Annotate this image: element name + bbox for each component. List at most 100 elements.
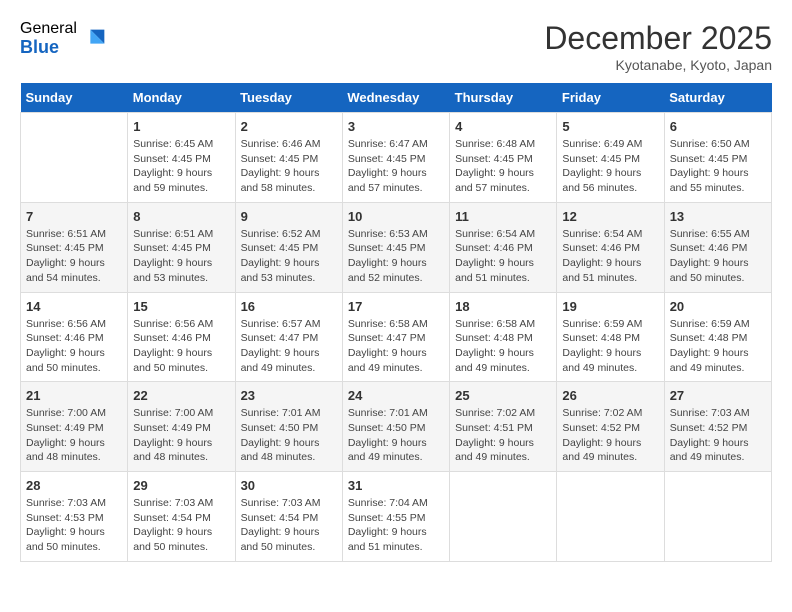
day-number: 7 <box>26 209 122 224</box>
day-number: 20 <box>670 299 766 314</box>
day-info: Sunrise: 6:53 AM Sunset: 4:45 PM Dayligh… <box>348 227 444 286</box>
calendar-cell: 26Sunrise: 7:02 AM Sunset: 4:52 PM Dayli… <box>557 382 664 472</box>
calendar-cell: 9 Sunrise: 6:52 AM Sunset: 4:45 PM Daylig… <box>235 202 342 292</box>
day-number: 13 <box>670 209 766 224</box>
calendar-cell: 10 Sunrise: 6:53 AM Sunset: 4:45 PM Dayli… <box>342 202 449 292</box>
calendar-cell: 7Sunrise: 6:51 AM Sunset: 4:45 PM Daylig… <box>21 202 128 292</box>
day-info: Sunrise: 6:47 AM Sunset: 4:45 PM Dayligh… <box>348 137 444 196</box>
day-info: Sunrise: 6:55 AM Sunset: 4:46 PM Dayligh… <box>670 227 766 286</box>
calendar-cell: 5 Sunrise: 6:49 AM Sunset: 4:45 PM Daylig… <box>557 113 664 203</box>
weekday-header-thursday: Thursday <box>450 83 557 113</box>
calendar-cell: 2 Sunrise: 6:46 AM Sunset: 4:45 PM Daylig… <box>235 113 342 203</box>
calendar-cell: 17 Sunrise: 6:58 AM Sunset: 4:47 PM Dayli… <box>342 292 449 382</box>
day-info: Sunrise: 6:51 AM Sunset: 4:45 PM Dayligh… <box>133 227 229 286</box>
logo-blue: Blue <box>20 38 77 58</box>
weekday-header-sunday: Sunday <box>21 83 128 113</box>
calendar-cell <box>21 113 128 203</box>
day-info: Sunrise: 7:03 AM Sunset: 4:53 PM Dayligh… <box>26 496 122 555</box>
weekday-header-friday: Friday <box>557 83 664 113</box>
day-info: Sunrise: 7:02 AM Sunset: 4:51 PM Dayligh… <box>455 406 551 465</box>
day-number: 15 <box>133 299 229 314</box>
calendar-week-row: 21 Sunrise: 7:00 AM Sunset: 4:49 PM Dayli… <box>21 382 772 472</box>
day-number: 14 <box>26 299 122 314</box>
day-info: Sunrise: 6:56 AM Sunset: 4:46 PM Dayligh… <box>26 317 122 376</box>
calendar-cell: 25 Sunrise: 7:02 AM Sunset: 4:51 PM Dayli… <box>450 382 557 472</box>
calendar-cell: 19 Sunrise: 6:59 AM Sunset: 4:48 PM Dayli… <box>557 292 664 382</box>
title-block: December 2025 Kyotanabe, Kyoto, Japan <box>544 20 772 73</box>
day-info: Sunrise: 7:00 AM Sunset: 4:49 PM Dayligh… <box>26 406 122 465</box>
day-number: 27 <box>670 388 766 403</box>
calendar-week-row: 7 Sunrise: 6:51 AM Sunset: 4:45 PM Daylig… <box>21 202 772 292</box>
day-number: 2 <box>241 119 337 134</box>
calendar-cell: 24 Sunrise: 7:01 AM Sunset: 4:50 PM Dayli… <box>342 382 449 472</box>
day-number: 25 <box>455 388 551 403</box>
day-info: Sunrise: 6:49 AM Sunset: 4:45 PM Dayligh… <box>562 137 658 196</box>
weekday-header-wednesday: Wednesday <box>342 83 449 113</box>
day-info: Sunrise: 7:04 AM Sunset: 4:55 PM Dayligh… <box>348 496 444 555</box>
day-info: Sunrise: 6:52 AM Sunset: 4:45 PM Dayligh… <box>241 227 337 286</box>
day-number: 24 <box>348 388 444 403</box>
day-number: 12 <box>562 209 658 224</box>
day-info: Sunrise: 7:01 AM Sunset: 4:50 PM Dayligh… <box>241 406 337 465</box>
calendar-cell: 21 Sunrise: 7:00 AM Sunset: 4:49 PM Dayli… <box>21 382 128 472</box>
day-number: 22 <box>133 388 229 403</box>
weekday-header-tuesday: Tuesday <box>235 83 342 113</box>
weekday-header-row: SundayMondayTuesdayWednesdayThursdayFrid… <box>21 83 772 113</box>
day-number: 5 <box>562 119 658 134</box>
calendar-week-row: 14 Sunrise: 6:56 AM Sunset: 4:46 PM Dayli… <box>21 292 772 382</box>
calendar-cell: 28Sunrise: 7:03 AM Sunset: 4:53 PM Dayli… <box>21 472 128 562</box>
calendar-table: SundayMondayTuesdayWednesdayThursdayFrid… <box>20 83 772 562</box>
day-info: Sunrise: 6:54 AM Sunset: 4:46 PM Dayligh… <box>455 227 551 286</box>
calendar-cell: 16Sunrise: 6:57 AM Sunset: 4:47 PM Dayli… <box>235 292 342 382</box>
day-number: 23 <box>241 388 337 403</box>
day-number: 11 <box>455 209 551 224</box>
calendar-cell <box>557 472 664 562</box>
calendar-cell: 13 Sunrise: 6:55 AM Sunset: 4:46 PM Dayli… <box>664 202 771 292</box>
day-number: 4 <box>455 119 551 134</box>
day-info: Sunrise: 6:58 AM Sunset: 4:47 PM Dayligh… <box>348 317 444 376</box>
day-number: 19 <box>562 299 658 314</box>
day-info: Sunrise: 6:56 AM Sunset: 4:46 PM Dayligh… <box>133 317 229 376</box>
day-number: 1 <box>133 119 229 134</box>
day-info: Sunrise: 7:01 AM Sunset: 4:50 PM Dayligh… <box>348 406 444 465</box>
day-info: Sunrise: 7:03 AM Sunset: 4:52 PM Dayligh… <box>670 406 766 465</box>
weekday-header-saturday: Saturday <box>664 83 771 113</box>
day-info: Sunrise: 6:46 AM Sunset: 4:45 PM Dayligh… <box>241 137 337 196</box>
calendar-week-row: 28Sunrise: 7:03 AM Sunset: 4:53 PM Dayli… <box>21 472 772 562</box>
day-info: Sunrise: 6:48 AM Sunset: 4:45 PM Dayligh… <box>455 137 551 196</box>
day-number: 9 <box>241 209 337 224</box>
day-info: Sunrise: 7:02 AM Sunset: 4:52 PM Dayligh… <box>562 406 658 465</box>
calendar-cell <box>450 472 557 562</box>
calendar-cell: 4 Sunrise: 6:48 AM Sunset: 4:45 PM Daylig… <box>450 113 557 203</box>
day-number: 3 <box>348 119 444 134</box>
day-number: 18 <box>455 299 551 314</box>
day-info: Sunrise: 6:54 AM Sunset: 4:46 PM Dayligh… <box>562 227 658 286</box>
logo-icon <box>81 25 109 53</box>
day-number: 17 <box>348 299 444 314</box>
calendar-week-row: 1Sunrise: 6:45 AM Sunset: 4:45 PM Daylig… <box>21 113 772 203</box>
calendar-cell: 1Sunrise: 6:45 AM Sunset: 4:45 PM Daylig… <box>128 113 235 203</box>
logo: General Blue <box>20 20 109 57</box>
day-number: 16 <box>241 299 337 314</box>
calendar-cell: 3 Sunrise: 6:47 AM Sunset: 4:45 PM Daylig… <box>342 113 449 203</box>
day-number: 30 <box>241 478 337 493</box>
day-info: Sunrise: 6:58 AM Sunset: 4:48 PM Dayligh… <box>455 317 551 376</box>
day-number: 29 <box>133 478 229 493</box>
calendar-cell: 30Sunrise: 7:03 AM Sunset: 4:54 PM Dayli… <box>235 472 342 562</box>
calendar-cell: 31 Sunrise: 7:04 AM Sunset: 4:55 PM Dayli… <box>342 472 449 562</box>
day-number: 6 <box>670 119 766 134</box>
day-number: 10 <box>348 209 444 224</box>
page-header: General Blue December 2025 Kyotanabe, Ky… <box>20 20 772 73</box>
location-subtitle: Kyotanabe, Kyoto, Japan <box>544 57 772 73</box>
calendar-cell: 12 Sunrise: 6:54 AM Sunset: 4:46 PM Dayli… <box>557 202 664 292</box>
day-number: 21 <box>26 388 122 403</box>
day-info: Sunrise: 6:50 AM Sunset: 4:45 PM Dayligh… <box>670 137 766 196</box>
day-info: Sunrise: 7:03 AM Sunset: 4:54 PM Dayligh… <box>133 496 229 555</box>
day-info: Sunrise: 6:59 AM Sunset: 4:48 PM Dayligh… <box>562 317 658 376</box>
calendar-cell: 20Sunrise: 6:59 AM Sunset: 4:48 PM Dayli… <box>664 292 771 382</box>
day-number: 8 <box>133 209 229 224</box>
calendar-cell: 22Sunrise: 7:00 AM Sunset: 4:49 PM Dayli… <box>128 382 235 472</box>
day-number: 31 <box>348 478 444 493</box>
calendar-cell: 14 Sunrise: 6:56 AM Sunset: 4:46 PM Dayli… <box>21 292 128 382</box>
calendar-cell: 27 Sunrise: 7:03 AM Sunset: 4:52 PM Dayli… <box>664 382 771 472</box>
